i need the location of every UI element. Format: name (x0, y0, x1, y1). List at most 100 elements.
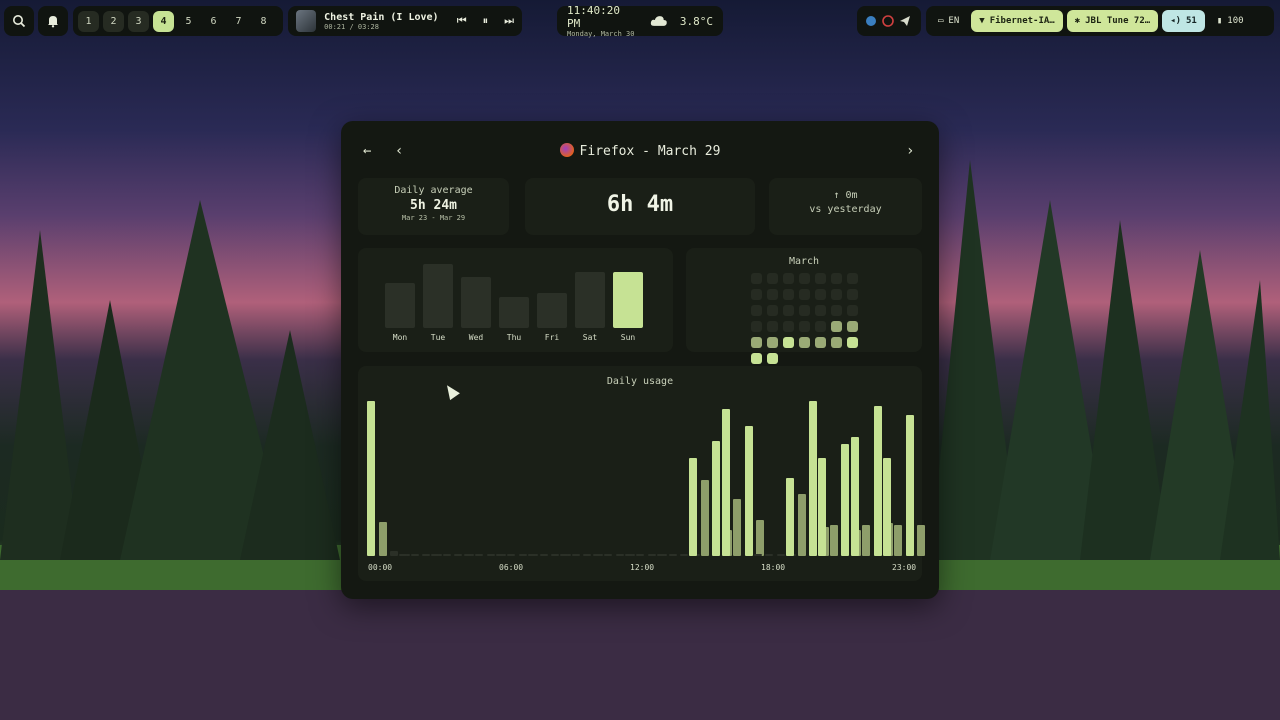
workspace-3[interactable]: 3 (128, 10, 149, 32)
calendar-day[interactable] (751, 305, 762, 316)
calendar-day[interactable] (815, 321, 826, 332)
hourly-bar (518, 554, 527, 556)
calendar-day[interactable] (815, 337, 826, 348)
workspace-5[interactable]: 5 (178, 11, 199, 32)
workspace-7[interactable]: 7 (228, 11, 249, 32)
hourly-bar (442, 554, 451, 556)
hourly-bar (776, 554, 785, 556)
bluetooth-status[interactable]: ✱ JBL Tune 72… (1066, 10, 1159, 32)
week-label-sat: Sat (582, 333, 598, 342)
calendar-day[interactable] (783, 305, 794, 316)
calendar-day[interactable] (847, 321, 858, 332)
pause-icon[interactable]: ⏸ (483, 14, 489, 28)
calendar-day[interactable] (767, 305, 778, 316)
hourly-bar (668, 554, 677, 556)
calendar-day[interactable] (831, 305, 842, 316)
calendar-day[interactable] (751, 289, 762, 300)
notifications-button[interactable] (38, 6, 68, 36)
hourly-bar (733, 499, 742, 556)
media-player: Chest Pain (I Love) 00:21 / 03:28 ⏮ ⏸ ⏭ (288, 6, 522, 36)
track-time: 00:21 / 03:28 (324, 22, 379, 31)
clock-weather[interactable]: 11:40:20 PM Monday, March 30 3.8°C (557, 4, 723, 38)
hourly-bar (894, 525, 903, 556)
battery-status[interactable]: ▮ 100 (1209, 10, 1252, 32)
calendar-day[interactable] (847, 273, 858, 284)
hourly-bar (744, 426, 753, 556)
calendar-day[interactable] (799, 273, 810, 284)
calendar-day[interactable] (831, 321, 842, 332)
calendar-day[interactable] (815, 273, 826, 284)
hourly-bar (862, 525, 871, 556)
week-bar-fri[interactable] (537, 293, 567, 328)
cloud-icon (651, 16, 668, 26)
calendar-day[interactable] (767, 273, 778, 284)
calendar-day[interactable] (751, 273, 762, 284)
week-bar-tue[interactable] (423, 264, 453, 328)
calendar-day[interactable] (751, 353, 762, 364)
calendar-day[interactable] (783, 273, 794, 284)
search-button[interactable] (4, 6, 34, 36)
hourly-bar (786, 478, 795, 556)
vpn-icon[interactable] (882, 15, 894, 27)
clock-date: Monday, March 30 (567, 30, 635, 38)
hourly-bar (917, 525, 926, 556)
week-bar-sun[interactable] (613, 272, 643, 328)
calendar-day[interactable] (831, 289, 842, 300)
calendar-day[interactable] (751, 321, 762, 332)
workspace-8[interactable]: 8 (253, 11, 274, 32)
hourly-bar (422, 554, 431, 556)
calendar-day[interactable] (799, 321, 810, 332)
daily-average-range: Mar 23 - Mar 29 (401, 214, 466, 222)
hourly-tick: 06:00 (499, 563, 524, 572)
calendar-day[interactable] (767, 289, 778, 300)
bluetooth-icon: ✱ (1074, 16, 1081, 26)
calendar-day[interactable] (831, 273, 842, 284)
hourly-bar (486, 554, 495, 556)
app-icon[interactable] (865, 15, 877, 27)
calendar-day[interactable] (783, 321, 794, 332)
calendar-day[interactable] (767, 337, 778, 348)
next-day-icon[interactable]: › (906, 143, 914, 159)
volume-status[interactable]: ◂) 51 (1162, 10, 1205, 32)
weekly-chart-card: Mon Tue Wed Thu Fri Sat Sun (358, 248, 673, 352)
calendar-day[interactable] (751, 337, 762, 348)
week-label-mon: Mon (392, 333, 408, 342)
calendar-day[interactable] (783, 337, 794, 348)
wifi-status[interactable]: ▼ Fibernet-IA… (971, 10, 1063, 32)
calendar-day[interactable] (847, 289, 858, 300)
workspace-6[interactable]: 6 (203, 11, 224, 32)
calendar-day[interactable] (815, 305, 826, 316)
week-bar-mon[interactable] (385, 283, 415, 328)
hourly-bar (712, 441, 721, 556)
workspace-4[interactable]: 4 (153, 10, 174, 32)
hourly-bar (410, 554, 419, 556)
week-bar-thu[interactable] (499, 297, 529, 328)
keyboard-layout[interactable]: ▭ EN (930, 10, 967, 32)
week-label-fri: Fri (544, 333, 560, 342)
hourly-bar (721, 409, 730, 556)
tray (857, 6, 921, 36)
week-bar-wed[interactable] (461, 277, 491, 328)
speaker-icon: ◂) (1170, 16, 1182, 26)
week-bar-sat[interactable] (575, 272, 605, 328)
hourly-bar (367, 401, 375, 556)
next-track-icon[interactable]: ⏭ (504, 14, 514, 28)
hourly-tick: 12:00 (630, 563, 655, 572)
calendar-day[interactable] (783, 289, 794, 300)
hourly-bar (841, 444, 850, 556)
workspace-1[interactable]: 1 (78, 10, 99, 32)
calendar-day[interactable] (767, 353, 778, 364)
previous-track-icon[interactable]: ⏮ (457, 14, 467, 28)
daily-average-card: Daily average 5h 24m Mar 23 - Mar 29 (358, 178, 509, 235)
hourly-bar (905, 415, 914, 556)
calendar-day[interactable] (847, 337, 858, 348)
calendar-day[interactable] (847, 305, 858, 316)
telegram-icon[interactable] (899, 15, 911, 27)
calendar-day[interactable] (767, 321, 778, 332)
workspace-2[interactable]: 2 (103, 10, 124, 32)
calendar-day[interactable] (831, 337, 842, 348)
calendar-day[interactable] (799, 289, 810, 300)
calendar-day[interactable] (799, 337, 810, 348)
calendar-day[interactable] (815, 289, 826, 300)
calendar-day[interactable] (799, 305, 810, 316)
